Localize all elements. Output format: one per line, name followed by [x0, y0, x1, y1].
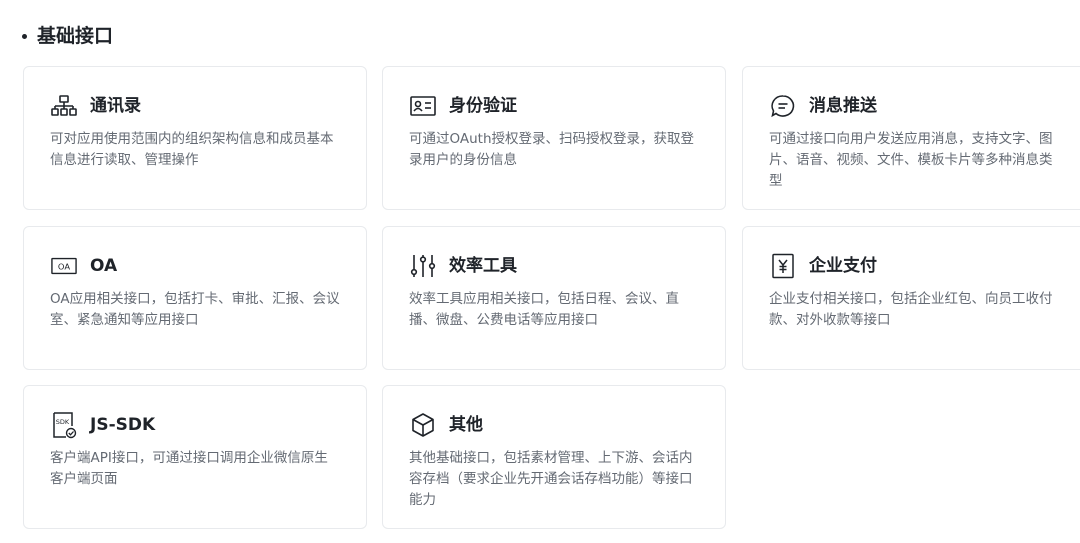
card-productivity[interactable]: 效率工具 效率工具应用相关接口，包括日程、会议、直播、微盘、公费电话等应用接口: [382, 226, 726, 370]
card-description: 可通过接口向用户发送应用消息，支持文字、图片、语音、视频、文件、模板卡片等多种消…: [769, 131, 1053, 189]
section-title-text: 基础接口: [37, 25, 114, 47]
card-description: 企业支付相关接口，包括企业红包、向员工收付款、对外收款等接口: [769, 291, 1053, 328]
oa-icon: OA: [51, 253, 77, 279]
cube-icon: [410, 412, 436, 438]
svg-text:SDK: SDK: [56, 418, 70, 426]
card-title: 身份验证: [449, 96, 517, 116]
card-description: 其他基础接口，包括素材管理、上下游、会话内容存档（要求企业先开通会话存档功能）等…: [409, 450, 693, 508]
sdk-icon: SDK: [51, 412, 77, 439]
card-js-sdk[interactable]: SDK JS-SDK 客户端API接口，可通过接口调用企业微信原生客户端页面: [23, 385, 367, 529]
yen-icon: [770, 253, 796, 279]
sliders-icon: [410, 253, 436, 279]
bullet-dot: [22, 33, 27, 39]
card-title: 企业支付: [809, 256, 877, 276]
id-card-icon: [410, 93, 436, 119]
card-title: OA: [90, 256, 118, 276]
section-title: 基础接口: [22, 22, 113, 50]
svg-text:OA: OA: [58, 262, 70, 272]
card-description: OA应用相关接口，包括打卡、审批、汇报、会议室、紧急通知等应用接口: [50, 291, 340, 328]
card-description: 可对应用使用范围内的组织架构信息和成员基本信息进行读取、管理操作: [50, 131, 334, 168]
card-identity[interactable]: 身份验证 可通过OAuth授权登录、扫码授权登录，获取登录用户的身份信息: [382, 66, 726, 210]
card-title: 其他: [449, 415, 483, 435]
org-chart-icon: [51, 93, 77, 119]
card-oa[interactable]: OA OA OA应用相关接口，包括打卡、审批、汇报、会议室、紧急通知等应用接口: [23, 226, 367, 370]
card-description: 效率工具应用相关接口，包括日程、会议、直播、微盘、公费电话等应用接口: [409, 291, 679, 328]
card-other[interactable]: 其他 其他基础接口，包括素材管理、上下游、会话内容存档（要求企业先开通会话存档功…: [382, 385, 726, 529]
card-contacts[interactable]: 通讯录 可对应用使用范围内的组织架构信息和成员基本信息进行读取、管理操作: [23, 66, 367, 210]
card-title: 消息推送: [809, 96, 877, 116]
chat-bubble-icon: [770, 93, 796, 119]
card-title: JS-SDK: [90, 415, 156, 435]
card-title: 效率工具: [449, 256, 517, 276]
card-payment[interactable]: 企业支付 企业支付相关接口，包括企业红包、向员工收付款、对外收款等接口: [742, 226, 1080, 370]
card-messaging[interactable]: 消息推送 可通过接口向用户发送应用消息，支持文字、图片、语音、视频、文件、模板卡…: [742, 66, 1080, 210]
card-title: 通讯录: [90, 96, 141, 116]
card-description: 可通过OAuth授权登录、扫码授权登录，获取登录用户的身份信息: [409, 131, 695, 168]
card-description: 客户端API接口，可通过接口调用企业微信原生客户端页面: [50, 450, 328, 487]
